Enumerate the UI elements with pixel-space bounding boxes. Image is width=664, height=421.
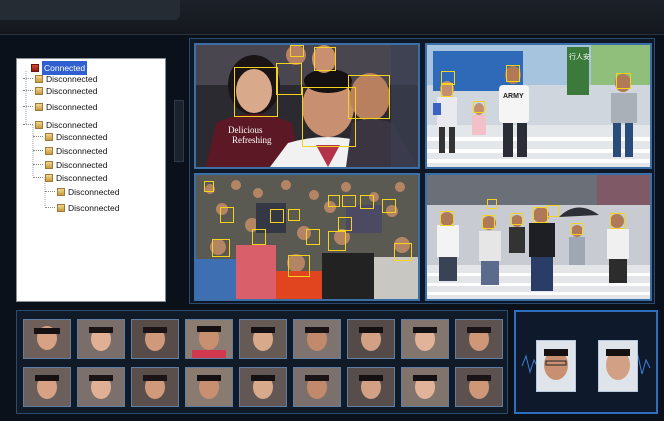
folder-node-icon [45,133,53,141]
face-recognition-app: Connected Disconnected Disconnected Disc… [0,0,664,421]
camera-feed-4 [427,175,650,299]
face-box[interactable] [547,205,559,217]
folder-node-icon [45,161,53,169]
video-wall: Delicious Refreshing 行人安全通道 ARMY [189,38,655,304]
database-face[interactable] [598,340,638,392]
face-box[interactable] [288,255,310,277]
camera-feed-2: 行人安全通道 ARMY [427,45,650,167]
tree-item-9[interactable]: Disconnected [45,185,120,199]
tree-item-2[interactable]: Disconnected [23,84,98,98]
face-box[interactable] [306,229,320,245]
folder-node-icon [35,103,43,111]
face-box[interactable] [360,195,374,209]
device-tree[interactable]: Connected Disconnected Disconnected Disc… [16,58,166,302]
folder-node-icon [35,75,43,83]
shirt-text-2: Refreshing [232,135,272,145]
folder-node-icon [35,121,43,129]
captured-faces-strip [16,310,508,414]
face-box[interactable] [473,101,485,113]
tree-item-label: Disconnected [56,132,108,142]
face-thumbnail[interactable] [455,319,503,359]
face-box[interactable] [487,199,497,209]
face-box[interactable] [382,199,396,213]
face-box[interactable] [276,63,302,95]
tree-item-label: Disconnected [56,160,108,170]
face-box[interactable] [511,213,523,225]
face-thumbnail[interactable] [401,319,449,359]
face-thumbnail[interactable] [131,367,179,407]
face-thumbnail[interactable] [401,367,449,407]
face-thumbnail[interactable] [77,367,125,407]
title-bar [0,0,664,35]
tree-item-7[interactable]: Disconnected [33,158,108,172]
face-box[interactable] [338,217,352,231]
video-tile-3[interactable] [194,173,420,301]
face-box[interactable] [610,213,625,229]
face-thumbnail[interactable] [23,367,71,407]
face-thumbnail[interactable] [293,367,341,407]
face-box[interactable] [616,73,631,89]
face-box[interactable] [342,195,356,207]
face-box[interactable] [482,215,495,229]
bottom-edge [0,414,664,421]
face-thumbnail[interactable] [23,319,71,359]
face-thumbnail[interactable] [77,319,125,359]
tree-item-label: Disconnected [56,146,108,156]
face-thumbnail[interactable] [185,367,233,407]
face-box[interactable] [270,209,284,223]
tree-item-6[interactable]: Disconnected [33,144,108,158]
tree-item-label: Disconnected [56,173,108,183]
face-thumbnail[interactable] [131,319,179,359]
face-box[interactable] [328,231,346,251]
shirt-text-army: ARMY [503,93,524,100]
face-thumbnail[interactable] [239,367,287,407]
face-match-panel [514,310,658,414]
face-thumbnail[interactable] [239,319,287,359]
face-box[interactable] [204,181,214,192]
face-box[interactable] [220,207,234,223]
face-box[interactable] [440,211,454,226]
face-box[interactable] [288,209,300,221]
face-thumbnail[interactable] [347,367,395,407]
face-thumbnail[interactable] [185,319,233,359]
face-box[interactable] [328,195,340,207]
shirt-text-1: Delicious [228,125,263,135]
face-thumbnail[interactable] [347,319,395,359]
face-thumbnail[interactable] [455,367,503,407]
splitter-handle[interactable] [174,100,184,162]
tree-item-8[interactable]: Disconnected [33,171,108,185]
tree-item-label: Disconnected [68,203,120,213]
face-box[interactable] [290,45,304,57]
tree-item-label: Disconnected [46,102,98,112]
face-thumbnail[interactable] [293,319,341,359]
camera-node-icon [31,64,39,72]
face-box[interactable] [533,207,548,223]
video-tile-1[interactable]: Delicious Refreshing [194,43,420,169]
face-box[interactable] [314,47,336,71]
face-box[interactable] [234,67,278,117]
title-bar-tab [0,0,180,20]
face-box[interactable] [348,75,390,119]
captured-face[interactable] [536,340,576,392]
tree-item-label: Disconnected [68,187,120,197]
face-box[interactable] [252,229,266,245]
face-box[interactable] [441,83,453,97]
video-tile-2[interactable]: 行人安全通道 ARMY [425,43,652,169]
face-box[interactable] [394,243,412,261]
tree-item-5[interactable]: Disconnected [33,130,108,144]
face-box[interactable] [506,65,520,82]
face-box[interactable] [212,239,230,257]
tree-item-label: Disconnected [46,86,98,96]
folder-node-icon [57,204,65,212]
folder-node-icon [45,174,53,182]
tree-item-3[interactable]: Disconnected [23,100,98,114]
video-tile-4[interactable] [425,173,652,301]
face-box[interactable] [571,223,583,235]
tree-item-10[interactable]: Disconnected [45,201,120,215]
folder-node-icon [57,188,65,196]
folder-node-icon [35,87,43,95]
folder-node-icon [45,147,53,155]
